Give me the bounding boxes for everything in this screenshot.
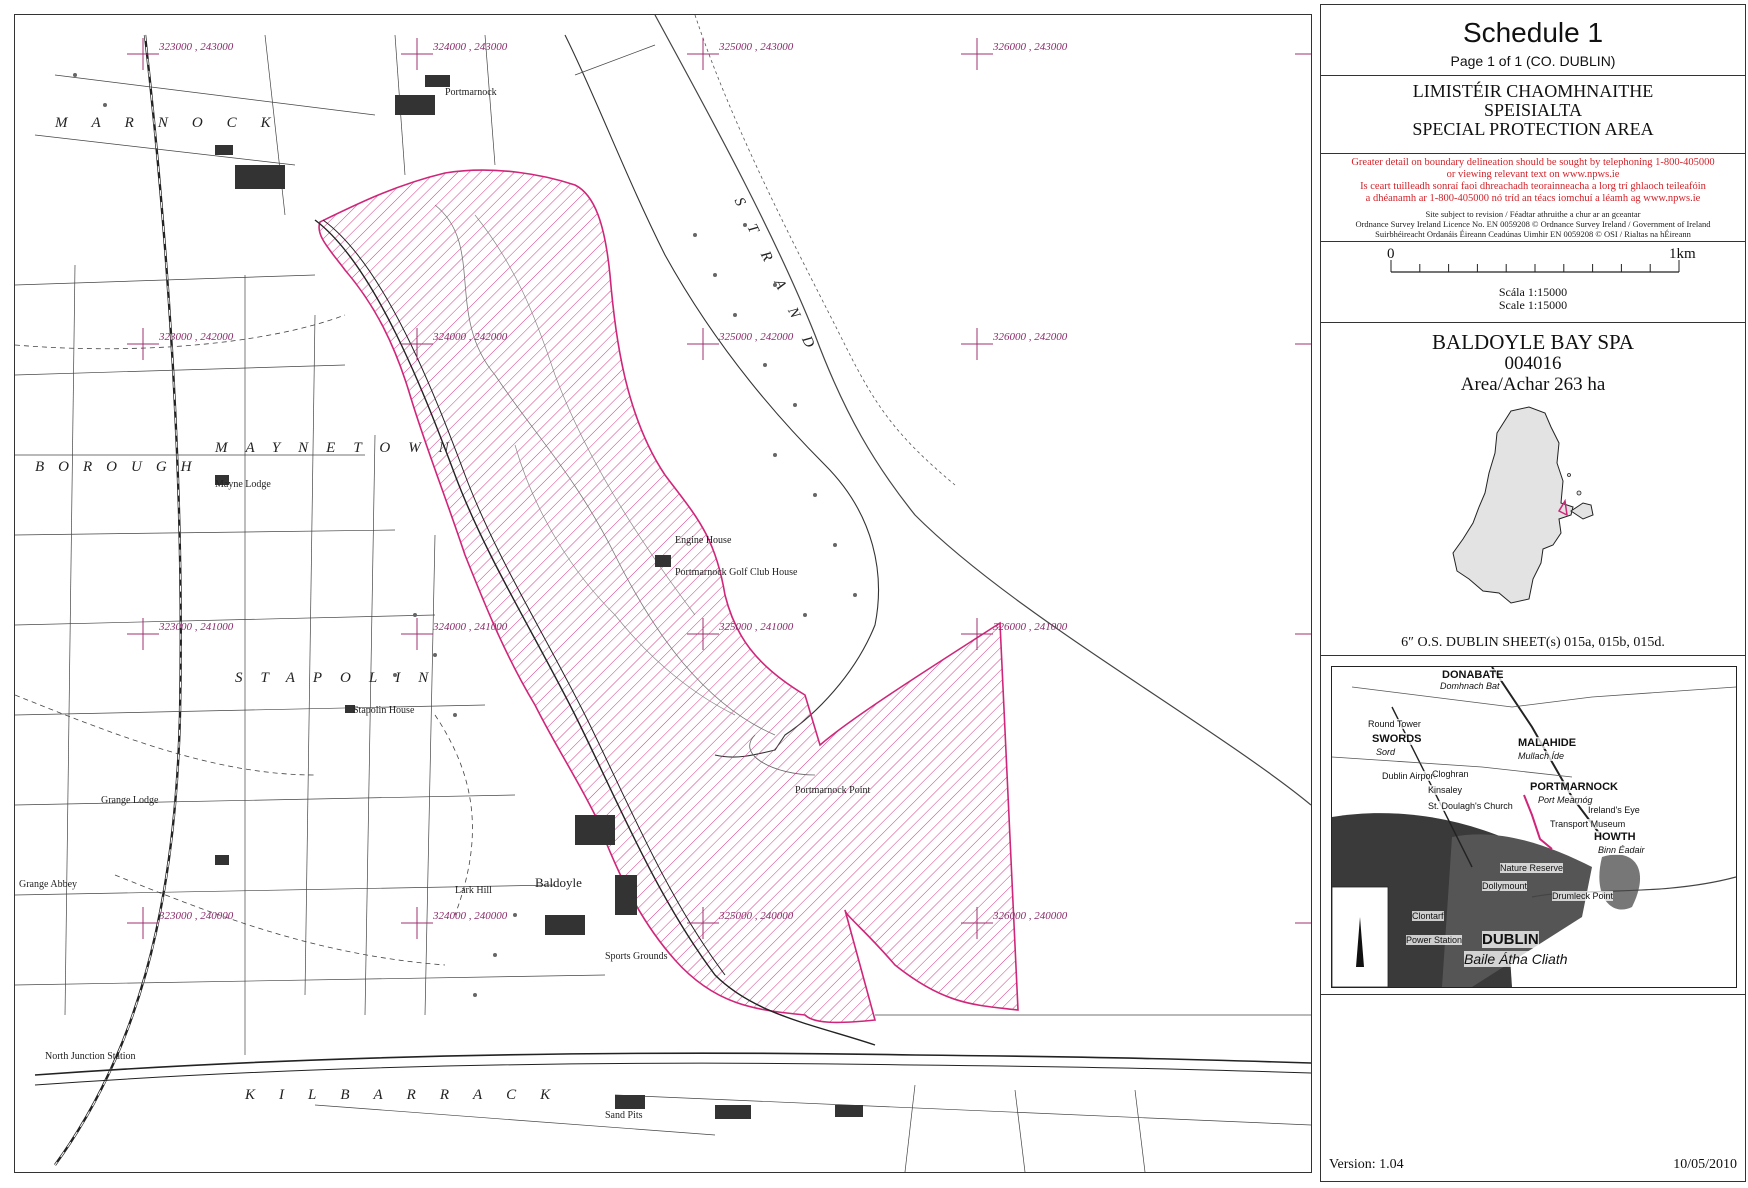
date-label: 10/05/2010	[1673, 1157, 1737, 1172]
place-label-baldoyle: Baldoyle	[535, 875, 582, 890]
place-label-stapolin-house: Stapolin House	[353, 705, 415, 716]
grid-label: 323000 , 241000	[159, 621, 234, 633]
notice-ga-line-2: a dhéanamh ar 1-800-405000 nó tríd an té…	[1365, 193, 1701, 204]
place-label-portmarnock: Portmarnock	[445, 87, 497, 98]
licence-en: Ordnance Survey Ireland Licence No. EN 0…	[1355, 219, 1711, 229]
place-label-portmarnock-point: Portmarnock Point	[795, 785, 871, 796]
loc-dublin-airport: Dublin Airport	[1382, 771, 1437, 781]
location-map[interactable]: DONABATE Domhnach Bat Round Tower SWORDS…	[1331, 666, 1737, 988]
designation-ga-line-1: LIMISTÉIR CHAOMHNAITHE	[1412, 81, 1654, 101]
location-map-section: DONABATE Domhnach Bat Round Tower SWORDS…	[1321, 656, 1745, 995]
grid-label: 326000 , 242000	[993, 331, 1068, 343]
place-label-sports-grounds: Sports Grounds	[605, 951, 668, 962]
grid-label: 326000 , 241000	[993, 621, 1068, 633]
grid-label: 325000 , 240000	[719, 910, 794, 922]
townland-label-marnock: MARNOCK	[55, 115, 295, 131]
townland-label-maynetown: MAYNETOWN	[215, 440, 467, 456]
place-label-sand-pits: Sand Pits	[605, 1110, 643, 1121]
loc-howth: HOWTH	[1594, 831, 1636, 843]
scale-en: Scale 1:15000	[1498, 298, 1568, 312]
schedule-title: Schedule 1	[1462, 17, 1604, 48]
place-label-grange-abbey: Grange Abbey	[19, 879, 78, 890]
loc-port-mearnog: Port Mearnóg	[1538, 795, 1593, 805]
loc-clontarf: Clontarf	[1412, 911, 1444, 921]
loc-domhnach-bat: Domhnach Bat	[1440, 681, 1500, 691]
grid-label: 323000 , 240000	[159, 910, 234, 922]
grid-label: 324000 , 240000	[433, 910, 508, 922]
place-label-engine-house: Engine House	[675, 535, 732, 546]
notice-section: Greater detail on boundary delineation s…	[1321, 154, 1745, 242]
os-sheet-ref: 6″ O.S. DUBLIN SHEET(s) 015a, 015b, 015d…	[1401, 635, 1665, 650]
site-name: BALDOYLE BAY SPA	[1432, 330, 1634, 354]
revision-note: Site subject to revision / Féadtar athru…	[1425, 209, 1641, 219]
grid-label: 323000 , 242000	[159, 331, 234, 343]
loc-binn-eadair: Binn Éadair	[1598, 845, 1645, 855]
loc-cloghran: Cloghran	[1432, 769, 1469, 779]
grid-label: 325000 , 243000	[719, 41, 794, 53]
notice-en-line-2: or viewing relevant text on www.npws.ie	[1446, 169, 1620, 180]
map-frame[interactable]: 323000 , 243000 324000 , 243000 325000 ,…	[14, 14, 1312, 1173]
grid-label: 324000 , 243000	[433, 41, 508, 53]
townland-boundaries	[15, 314, 473, 966]
grid-label: 324000 , 242000	[433, 331, 508, 343]
place-label-golf-club-house: Portmarnock Golf Club House	[675, 567, 798, 578]
grid-label: 325000 , 241000	[719, 621, 794, 633]
spa-boundary	[318, 169, 1019, 1024]
blank-section	[1321, 995, 1745, 1145]
townland-label-stapolin: STAPOLIN	[235, 670, 447, 686]
legend-panel: Schedule 1 Page 1 of 1 (CO. DUBLIN) LIMI…	[1320, 4, 1746, 1182]
loc-kinsaley: Kinsaley	[1428, 785, 1463, 795]
notice-en-line-1: Greater detail on boundary delineation s…	[1351, 157, 1715, 168]
grid-label: 325000 , 242000	[719, 331, 794, 343]
loc-drumleck-point: Drumleck Point	[1552, 891, 1614, 901]
loc-baile-atha-cliath: Baile Átha Cliath	[1464, 951, 1568, 967]
loc-mullach-ide: Mullach Íde	[1518, 751, 1565, 761]
loc-malahide: MALAHIDE	[1518, 737, 1577, 749]
grid-label: 326000 , 240000	[993, 910, 1068, 922]
designation-ga-line-2: SPEISIALTA	[1484, 100, 1582, 120]
designation-en: SPECIAL PROTECTION AREA	[1412, 119, 1654, 139]
site-section: BALDOYLE BAY SPA 004016 Area/Achar 263 h…	[1321, 323, 1745, 656]
place-label-lark-hill: Lark Hill	[455, 885, 492, 896]
loc-sord: Sord	[1376, 747, 1396, 757]
scale-section: 0 1km Scála 1:15000 Scale 1:15000	[1321, 242, 1745, 323]
loc-portmarnock: PORTMARNOCK	[1530, 781, 1618, 793]
scale-zero-label: 0	[1387, 246, 1395, 262]
townland-label-kilbarrack: KILBARRACK	[245, 1087, 575, 1103]
grid-label: 326000 , 243000	[993, 41, 1068, 53]
townland-label-borough: BOROUGH	[35, 459, 206, 475]
loc-donabate: DONABATE	[1442, 669, 1504, 681]
loc-nature-reserve: Nature Reserve	[1500, 863, 1564, 873]
grid-label: 323000 , 243000	[159, 41, 234, 53]
loc-round-tower: Round Tower	[1368, 719, 1421, 729]
loc-dollymount: Dollymount	[1482, 881, 1528, 891]
loc-dublin: DUBLIN	[1482, 931, 1539, 948]
place-label-north-junction-station: North Junction Station	[45, 1051, 136, 1062]
loc-irelands-eye: Ireland's Eye	[1588, 805, 1640, 815]
loc-power-station: Power Station	[1406, 935, 1463, 945]
title-section: Schedule 1 Page 1 of 1 (CO. DUBLIN)	[1321, 5, 1745, 76]
loc-swords: SWORDS	[1372, 733, 1422, 745]
version-label: Version: 1.04	[1329, 1157, 1404, 1172]
os-map	[15, 15, 1311, 1172]
site-code: 004016	[1504, 353, 1562, 374]
notice-ga-line-1: Is ceart tuilleadh sonraí faoi dhreachad…	[1360, 181, 1706, 192]
county-dublin-outline	[1452, 406, 1594, 604]
licence-ga: Suirbhéireacht Ordanáis Éireann Ceadúnas…	[1375, 229, 1691, 239]
site-area: Area/Achar 263 ha	[1460, 374, 1606, 395]
loc-st-doulaghs: St. Doulagh's Church	[1428, 801, 1513, 811]
strand-edge	[694, 15, 956, 486]
page-count: Page 1 of 1 (CO. DUBLIN)	[1450, 53, 1616, 69]
place-label-mayne-lodge: Mayne Lodge	[215, 479, 271, 490]
designation-section: LIMISTÉIR CHAOMHNAITHE SPEISIALTA SPECIA…	[1321, 76, 1745, 154]
scale-end-label: 1km	[1669, 246, 1696, 262]
place-label-grange-lodge: Grange Lodge	[101, 795, 159, 806]
loc-transport-museum: Transport Museum	[1550, 819, 1626, 829]
grid-label: 324000 , 241000	[433, 621, 508, 633]
scale-bar: 0 1km	[1387, 246, 1696, 273]
